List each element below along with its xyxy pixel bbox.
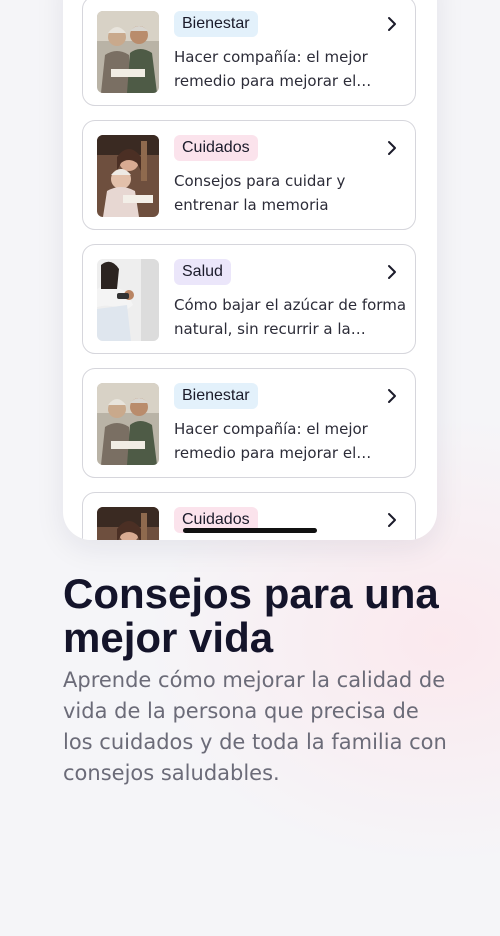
category-tag: Cuidados xyxy=(174,135,258,161)
article-title: Cómo bajar el azúcar de forma natural, s… xyxy=(174,296,406,338)
chevron-right-icon xyxy=(388,389,396,403)
article-card[interactable]: Bienestar Hacer compañía: el mejor remed… xyxy=(82,0,416,106)
article-title: Hacer compañía: el mejor remedio para me… xyxy=(174,420,368,462)
article-thumbnail xyxy=(97,259,159,341)
article-card[interactable]: Salud Cómo bajar el azúcar de forma natu… xyxy=(82,244,416,354)
article-title: Consejos para cuidar y entrenar la memor… xyxy=(174,172,346,214)
category-tag: Bienestar xyxy=(174,11,258,37)
article-card[interactable]: Cuidados Consejos para cuidar y entrenar… xyxy=(82,120,416,230)
category-tag: Salud xyxy=(174,259,231,285)
article-thumbnail xyxy=(97,11,159,93)
category-tag: Bienestar xyxy=(174,383,258,409)
home-indicator xyxy=(183,528,317,533)
article-thumbnail xyxy=(97,383,159,465)
article-thumbnail xyxy=(97,135,159,217)
promo-description: Aprende cómo mejorar la calidad de vida … xyxy=(63,668,447,785)
chevron-right-icon xyxy=(388,265,396,279)
phone-mockup: Bienestar Hacer compañía: el mejor remed… xyxy=(63,0,437,540)
chevron-right-icon xyxy=(388,17,396,31)
chevron-right-icon xyxy=(388,141,396,155)
chevron-right-icon xyxy=(388,513,396,527)
article-card[interactable]: Bienestar Hacer compañía: el mejor remed… xyxy=(82,368,416,478)
promo-title: Consejos para una mejor vida xyxy=(63,570,439,661)
article-thumbnail xyxy=(97,507,159,540)
article-title: Hacer compañía: el mejor remedio para me… xyxy=(174,48,368,90)
